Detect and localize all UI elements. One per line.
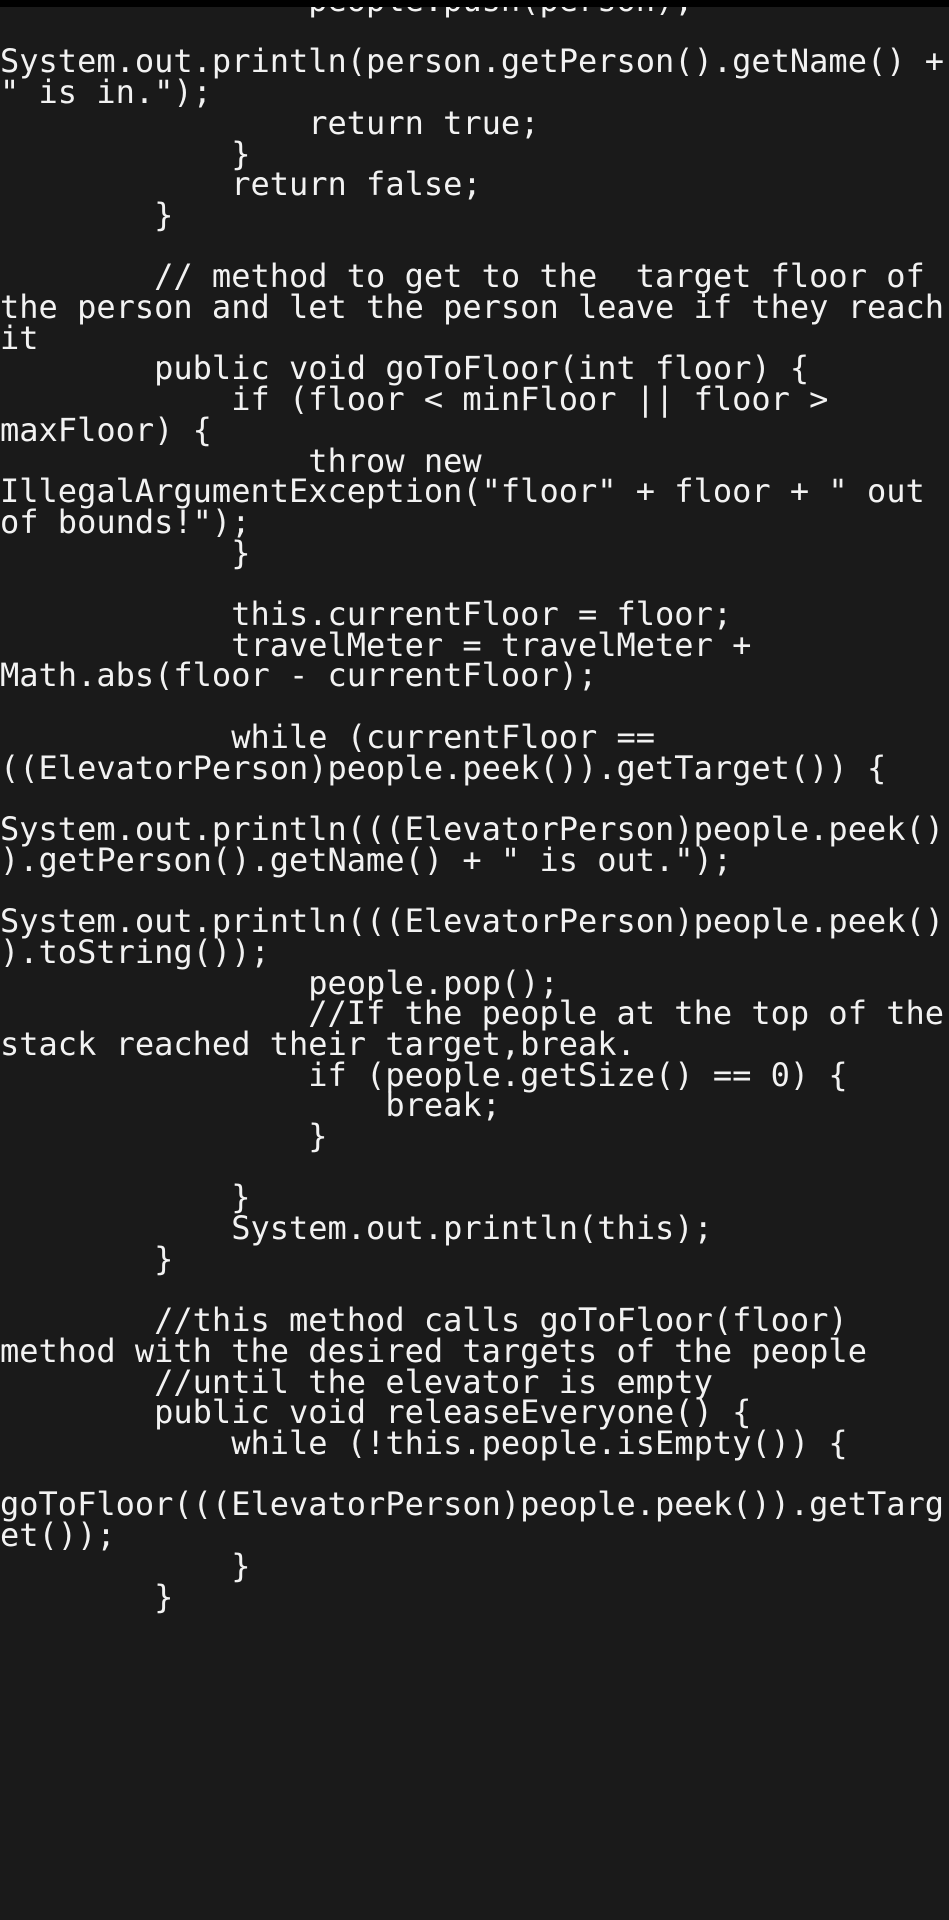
code-viewer-screen: people.push(person); System.out.println(… xyxy=(0,0,949,1920)
code-scroll-surface[interactable]: people.push(person); System.out.println(… xyxy=(0,7,949,1920)
source-code-block[interactable]: people.push(person); System.out.println(… xyxy=(0,7,949,1613)
top-black-strip xyxy=(0,0,949,7)
